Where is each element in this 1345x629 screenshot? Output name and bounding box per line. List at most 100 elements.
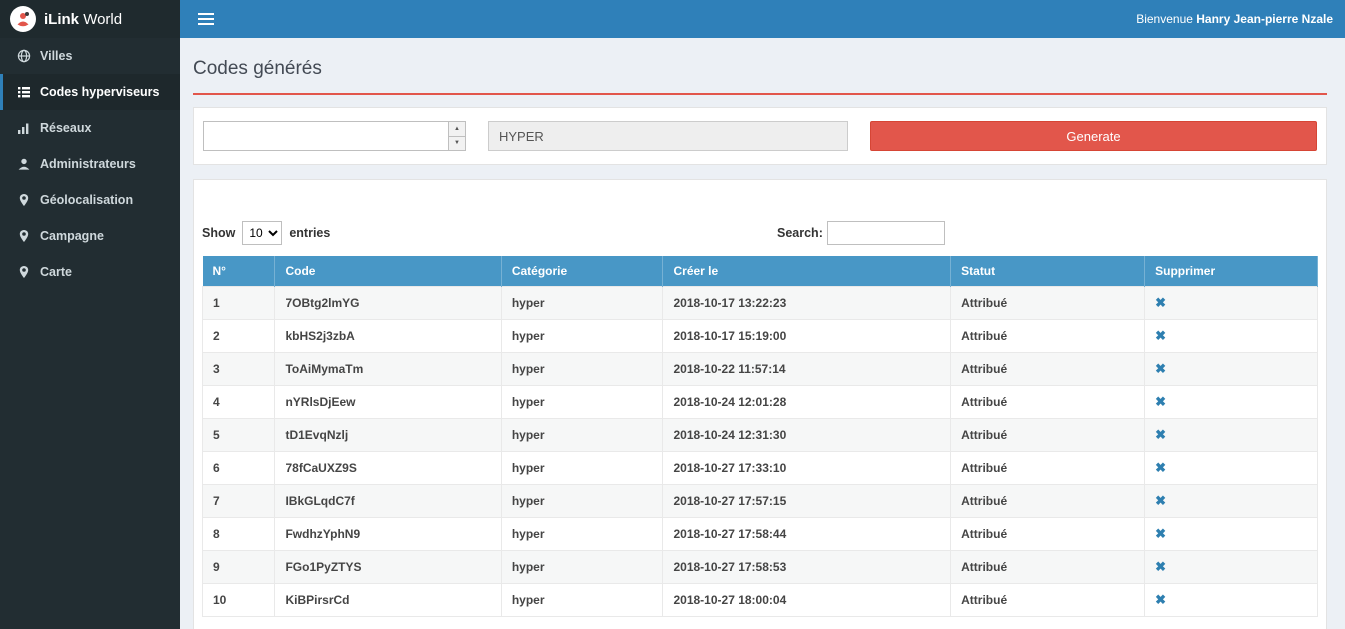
welcome-message: Bienvenue Hanry Jean-pierre Nzale bbox=[1136, 12, 1333, 26]
category-cell: hyper bbox=[501, 584, 663, 617]
category-cell: hyper bbox=[501, 518, 663, 551]
sidebar-item-carte[interactable]: Carte bbox=[0, 254, 180, 290]
column-header-categorie[interactable]: Catégorie bbox=[501, 256, 663, 287]
delete-icon[interactable]: ✖ bbox=[1155, 592, 1166, 607]
created-cell: 2018-10-24 12:01:28 bbox=[663, 386, 951, 419]
generate-button[interactable]: Generate bbox=[870, 121, 1317, 151]
welcome-prefix: Bienvenue bbox=[1136, 12, 1193, 26]
created-cell: 2018-10-27 17:58:44 bbox=[663, 518, 951, 551]
row-number: 1 bbox=[203, 287, 275, 320]
sidebar-item-label: Administrateurs bbox=[40, 157, 136, 171]
row-number: 8 bbox=[203, 518, 275, 551]
created-cell: 2018-10-22 11:57:14 bbox=[663, 353, 951, 386]
table-row: 9FGo1PyZTYShyper2018-10-27 17:58:53Attri… bbox=[203, 551, 1318, 584]
delete-icon[interactable]: ✖ bbox=[1155, 559, 1166, 574]
delete-cell: ✖ bbox=[1145, 551, 1318, 584]
delete-icon[interactable]: ✖ bbox=[1155, 427, 1166, 442]
status-cell: Attribué bbox=[951, 386, 1145, 419]
search-input[interactable] bbox=[827, 221, 945, 245]
table-panel: Show 10 entries Search: N° Code Catég bbox=[193, 179, 1327, 629]
row-number: 2 bbox=[203, 320, 275, 353]
category-cell: hyper bbox=[501, 452, 663, 485]
globe-icon bbox=[17, 49, 31, 63]
code-cell: nYRlsDjEew bbox=[275, 386, 501, 419]
code-cell: tD1EvqNzlj bbox=[275, 419, 501, 452]
table-row: 678fCaUXZ9Shyper2018-10-27 17:33:10Attri… bbox=[203, 452, 1318, 485]
quantity-stepper[interactable]: ▲ ▼ bbox=[203, 121, 466, 151]
stepper-up-icon[interactable]: ▲ bbox=[449, 122, 465, 137]
delete-cell: ✖ bbox=[1145, 584, 1318, 617]
code-cell: 7OBtg2lmYG bbox=[275, 287, 501, 320]
sidebar-item-label: Campagne bbox=[40, 229, 104, 243]
delete-icon[interactable]: ✖ bbox=[1155, 526, 1166, 541]
delete-cell: ✖ bbox=[1145, 287, 1318, 320]
created-cell: 2018-10-24 12:31:30 bbox=[663, 419, 951, 452]
table-row: 2kbHS2j3zbAhyper2018-10-17 15:19:00Attri… bbox=[203, 320, 1318, 353]
sidebar-item-geolocalisation[interactable]: Géolocalisation bbox=[0, 182, 180, 218]
datatable-controls: Show 10 entries Search: bbox=[202, 220, 1318, 246]
row-number: 4 bbox=[203, 386, 275, 419]
delete-icon[interactable]: ✖ bbox=[1155, 361, 1166, 376]
code-cell: FwdhzYphN9 bbox=[275, 518, 501, 551]
show-label: Show bbox=[202, 226, 235, 240]
row-number: 6 bbox=[203, 452, 275, 485]
delete-icon[interactable]: ✖ bbox=[1155, 328, 1166, 343]
row-number: 5 bbox=[203, 419, 275, 452]
table-row: 8FwdhzYphN9hyper2018-10-27 17:58:44Attri… bbox=[203, 518, 1318, 551]
sidebar-toggle-icon[interactable] bbox=[194, 9, 218, 29]
status-cell: Attribué bbox=[951, 518, 1145, 551]
delete-cell: ✖ bbox=[1145, 452, 1318, 485]
search-control: Search: bbox=[777, 221, 945, 245]
topbar: iLink World Bienvenue Hanry Jean-pierre … bbox=[0, 0, 1345, 38]
code-cell: ToAiMymaTm bbox=[275, 353, 501, 386]
brand-bold: iLink bbox=[44, 11, 79, 28]
stepper-buttons: ▲ ▼ bbox=[448, 122, 465, 150]
user-icon bbox=[17, 157, 31, 171]
column-header-statut[interactable]: Statut bbox=[951, 256, 1145, 287]
sidebar-item-administrateurs[interactable]: Administrateurs bbox=[0, 146, 180, 182]
entries-label: entries bbox=[289, 226, 330, 240]
delete-icon[interactable]: ✖ bbox=[1155, 394, 1166, 409]
search-label: Search: bbox=[777, 226, 823, 240]
map-marker-icon bbox=[17, 229, 31, 243]
row-number: 7 bbox=[203, 485, 275, 518]
user-name[interactable]: Hanry Jean-pierre Nzale bbox=[1196, 12, 1333, 26]
column-header-num[interactable]: N° bbox=[203, 256, 275, 287]
stepper-down-icon[interactable]: ▼ bbox=[449, 137, 465, 151]
delete-cell: ✖ bbox=[1145, 419, 1318, 452]
sidebar-item-codes-hyperviseurs[interactable]: Codes hyperviseurs bbox=[0, 74, 180, 110]
category-cell: hyper bbox=[501, 320, 663, 353]
delete-icon[interactable]: ✖ bbox=[1155, 295, 1166, 310]
map-marker-icon bbox=[17, 193, 31, 207]
category-field bbox=[488, 121, 848, 151]
delete-cell: ✖ bbox=[1145, 320, 1318, 353]
created-cell: 2018-10-17 13:22:23 bbox=[663, 287, 951, 320]
sidebar-item-reseaux[interactable]: Réseaux bbox=[0, 110, 180, 146]
app-logo[interactable]: iLink World bbox=[0, 0, 180, 38]
sidebar-item-campagne[interactable]: Campagne bbox=[0, 218, 180, 254]
sidebar-item-label: Carte bbox=[40, 265, 72, 279]
code-cell: IBkGLqdC7f bbox=[275, 485, 501, 518]
code-cell: KiBPirsrCd bbox=[275, 584, 501, 617]
status-cell: Attribué bbox=[951, 485, 1145, 518]
created-cell: 2018-10-27 17:58:53 bbox=[663, 551, 951, 584]
status-cell: Attribué bbox=[951, 452, 1145, 485]
delete-icon[interactable]: ✖ bbox=[1155, 460, 1166, 475]
created-cell: 2018-10-27 18:00:04 bbox=[663, 584, 951, 617]
quantity-input[interactable] bbox=[204, 122, 448, 150]
sidebar: Villes Codes hyperviseurs Réseaux Admini… bbox=[0, 38, 180, 629]
delete-cell: ✖ bbox=[1145, 485, 1318, 518]
codes-table: N° Code Catégorie Créer le Statut Suppri… bbox=[202, 256, 1318, 617]
status-cell: Attribué bbox=[951, 287, 1145, 320]
column-header-supprimer[interactable]: Supprimer bbox=[1145, 256, 1318, 287]
generate-panel: ▲ ▼ Generate bbox=[193, 107, 1327, 165]
table-row: 3ToAiMymaTmhyper2018-10-22 11:57:14Attri… bbox=[203, 353, 1318, 386]
page-length-select[interactable]: 10 bbox=[242, 221, 282, 245]
column-header-code[interactable]: Code bbox=[275, 256, 501, 287]
sidebar-item-villes[interactable]: Villes bbox=[0, 38, 180, 74]
delete-icon[interactable]: ✖ bbox=[1155, 493, 1166, 508]
column-header-creer-le[interactable]: Créer le bbox=[663, 256, 951, 287]
row-number: 3 bbox=[203, 353, 275, 386]
category-cell: hyper bbox=[501, 287, 663, 320]
code-cell: 78fCaUXZ9S bbox=[275, 452, 501, 485]
